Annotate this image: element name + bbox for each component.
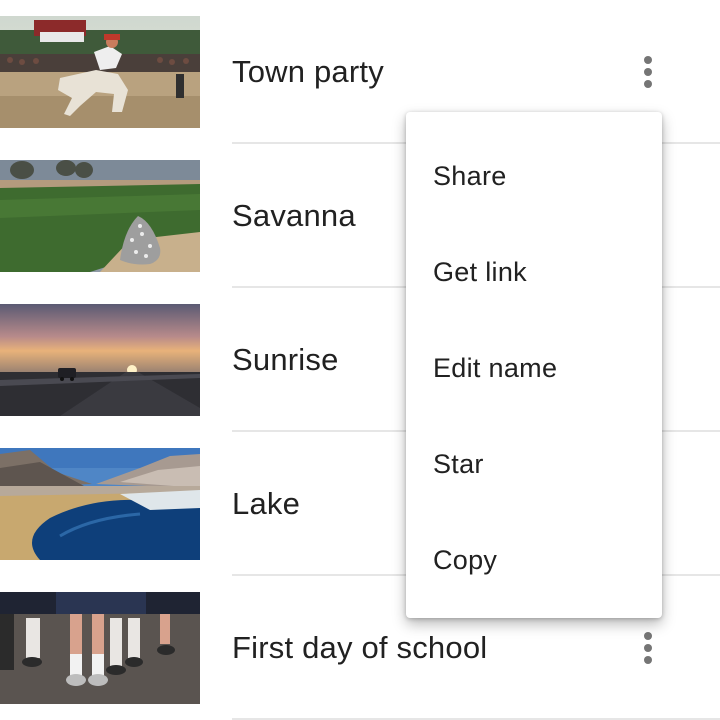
thumbnail-grassland[interactable]: [0, 160, 200, 272]
grassland-photo: [0, 160, 200, 272]
item-title: Savanna: [232, 198, 356, 233]
item-title: Sunrise: [232, 342, 339, 377]
menu-item-share[interactable]: Share: [406, 128, 662, 224]
horse-rider-photo: [0, 16, 200, 128]
road-sunrise-photo: [0, 304, 200, 416]
item-title: First day of school: [232, 630, 488, 665]
more-vert-icon[interactable]: [624, 48, 672, 96]
menu-item-copy[interactable]: Copy: [406, 512, 662, 608]
menu-item-get-link[interactable]: Get link: [406, 224, 662, 320]
thumbnail-school-children[interactable]: [0, 592, 200, 704]
item-title: Town party: [232, 54, 384, 89]
mountain-lake-photo: [0, 448, 200, 560]
thumbnail-road-sunrise[interactable]: [0, 304, 200, 416]
item-title: Lake: [232, 486, 301, 521]
school-children-photo: [0, 592, 200, 704]
screen: Town party Savanna Sunrise Lake First da…: [0, 0, 720, 720]
menu-item-star[interactable]: Star: [406, 416, 662, 512]
more-vert-icon[interactable]: [624, 624, 672, 672]
thumbnail-mountain-lake[interactable]: [0, 448, 200, 560]
menu-item-edit-name[interactable]: Edit name: [406, 320, 662, 416]
thumbnail-horse-rider[interactable]: [0, 16, 200, 128]
context-menu: Share Get link Edit name Star Copy: [406, 112, 662, 618]
